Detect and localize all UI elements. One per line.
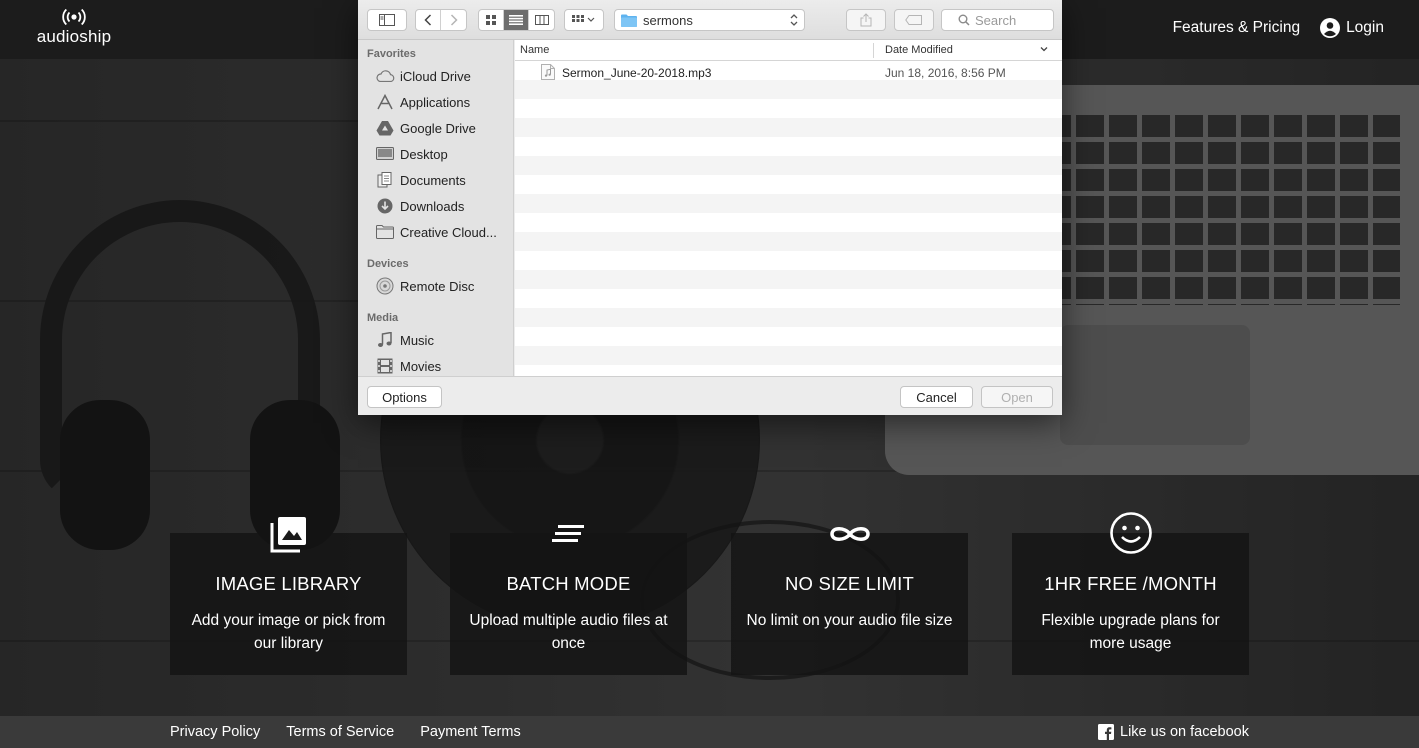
smiley-icon: [1109, 512, 1152, 554]
icon-view-icon: [486, 15, 496, 25]
remote-disc-icon: [376, 277, 394, 295]
feature-card-batch-mode: BATCH MODE Upload multiple audio files a…: [450, 525, 687, 675]
icon-view-button[interactable]: [479, 10, 504, 30]
feature-description: Flexible upgrade plans for more usage: [1041, 612, 1220, 652]
history-nav: [415, 9, 467, 31]
arrange-grid-icon: [572, 15, 595, 22]
search-placeholder: Search: [975, 12, 1017, 28]
chevron-right-icon: [450, 14, 458, 26]
sidebar-item-applications[interactable]: Applications: [375, 92, 470, 112]
feature-card-image-library: IMAGE LIBRARY Add your image or pick fro…: [170, 517, 407, 675]
file-list: Name Date Modified Sermon_June-20-2018.m…: [515, 40, 1062, 376]
batch-mode-icon: [551, 525, 584, 542]
music-icon: [378, 332, 392, 347]
sidebar-toggle-button[interactable]: [367, 9, 407, 31]
search-icon: [958, 14, 970, 26]
share-button[interactable]: [846, 9, 886, 31]
broadcast-icon: [62, 8, 86, 26]
feature-title: 1HR FREE /MONTH: [1044, 573, 1217, 594]
facebook-label: Like us on facebook: [1120, 724, 1249, 740]
dialog-button-bar: Options Cancel Open: [358, 376, 1062, 415]
cancel-button[interactable]: Cancel: [900, 386, 973, 408]
documents-icon: [377, 172, 392, 188]
file-name: Sermon_June-20-2018.mp3: [562, 66, 712, 80]
site-logo[interactable]: audioship: [34, 8, 114, 52]
sidebar-heading-favorites: Favorites: [367, 48, 416, 60]
sidebar-heading-devices: Devices: [367, 258, 409, 270]
column-view-icon: [534, 15, 549, 25]
updown-arrows-icon: [790, 14, 798, 26]
feature-title: BATCH MODE: [506, 573, 631, 594]
main-nav: Features & Pricing Login: [1173, 18, 1384, 38]
feature-description: Add your image or pick from our library: [191, 612, 386, 652]
file-list-header: Name Date Modified: [515, 40, 1062, 61]
audio-file-icon: [541, 64, 555, 80]
sidebar-item-documents[interactable]: Documents: [375, 170, 466, 190]
sidebar-item-music[interactable]: Music: [375, 330, 434, 350]
back-button[interactable]: [416, 10, 441, 30]
sidebar-item-movies[interactable]: Movies: [375, 356, 441, 376]
google-drive-icon: [376, 121, 394, 136]
search-input[interactable]: Search: [941, 9, 1054, 31]
logo-text: audioship: [36, 27, 112, 46]
options-button[interactable]: Options: [367, 386, 442, 408]
feature-card-free-hour: 1HR FREE /MONTH Flexible upgrade plans f…: [1012, 512, 1249, 675]
sidebar-item-icloud-drive[interactable]: iCloud Drive: [375, 66, 471, 86]
sidebar-item-downloads[interactable]: Downloads: [375, 196, 464, 216]
feature-title: NO SIZE LIMIT: [784, 573, 915, 594]
footer-facebook-link[interactable]: Like us on facebook: [1098, 724, 1249, 740]
chevron-left-icon: [424, 14, 432, 26]
list-view-button[interactable]: [504, 10, 529, 30]
facebook-icon: [1098, 724, 1114, 740]
column-header-date-modified[interactable]: Date Modified: [885, 44, 953, 56]
sort-chevron-down-icon: [1040, 47, 1048, 52]
forward-button[interactable]: [441, 10, 466, 30]
footer-link-terms[interactable]: Terms of Service: [286, 724, 394, 740]
folder-icon: [621, 14, 637, 27]
sidebar-item-creative-cloud[interactable]: Creative Cloud...: [375, 222, 497, 242]
file-open-dialog: sermons Search Favorites iCloud Drive Ap…: [358, 0, 1062, 415]
file-date-modified: Jun 18, 2016, 8:56 PM: [885, 66, 1006, 80]
icloud-icon: [376, 70, 395, 82]
location-label: sermons: [643, 12, 693, 28]
infinity-icon: [829, 527, 870, 541]
image-library-icon: [270, 517, 306, 553]
sidebar-item-remote-disc[interactable]: Remote Disc: [375, 276, 474, 296]
nav-login[interactable]: Login: [1320, 18, 1384, 38]
tag-button[interactable]: [894, 9, 934, 31]
arrange-menu-button[interactable]: [564, 9, 604, 31]
sidebar-item-google-drive[interactable]: Google Drive: [375, 118, 476, 138]
footer-link-payment[interactable]: Payment Terms: [420, 724, 520, 740]
folder-icon: [376, 225, 394, 239]
nav-features-pricing[interactable]: Features & Pricing: [1173, 19, 1301, 37]
dialog-sidebar: Favorites iCloud Drive Applications Goog…: [358, 40, 514, 376]
desktop-icon: [376, 147, 394, 160]
downloads-icon: [377, 198, 393, 214]
feature-title: IMAGE LIBRARY: [215, 573, 362, 594]
view-mode-selector: [478, 9, 555, 31]
user-icon: [1320, 18, 1341, 38]
site-footer: Privacy Policy Terms of Service Payment …: [0, 716, 1419, 748]
tag-icon: [905, 15, 922, 25]
movies-icon: [377, 358, 393, 374]
sidebar-heading-media: Media: [367, 312, 399, 324]
feature-card-no-size-limit: NO SIZE LIMIT No limit on your audio fil…: [731, 527, 968, 675]
dialog-toolbar: sermons Search: [358, 0, 1062, 40]
file-rows-background: [515, 61, 1062, 376]
column-view-button[interactable]: [529, 10, 554, 30]
list-view-icon: [509, 15, 523, 25]
feature-description: No limit on your audio file size: [746, 612, 953, 629]
sidebar-toggle-icon: [379, 14, 395, 26]
feature-description: Upload multiple audio files at once: [469, 612, 668, 652]
column-header-name[interactable]: Name: [520, 44, 549, 56]
login-label: Login: [1346, 19, 1384, 36]
applications-icon: [377, 94, 393, 110]
file-row[interactable]: Sermon_June-20-2018.mp3 Jun 18, 2016, 8:…: [515, 63, 1062, 82]
location-popup[interactable]: sermons: [614, 9, 805, 31]
open-button[interactable]: Open: [981, 386, 1053, 408]
footer-link-privacy[interactable]: Privacy Policy: [170, 724, 260, 740]
share-icon: [860, 13, 872, 27]
sidebar-item-desktop[interactable]: Desktop: [375, 144, 448, 164]
